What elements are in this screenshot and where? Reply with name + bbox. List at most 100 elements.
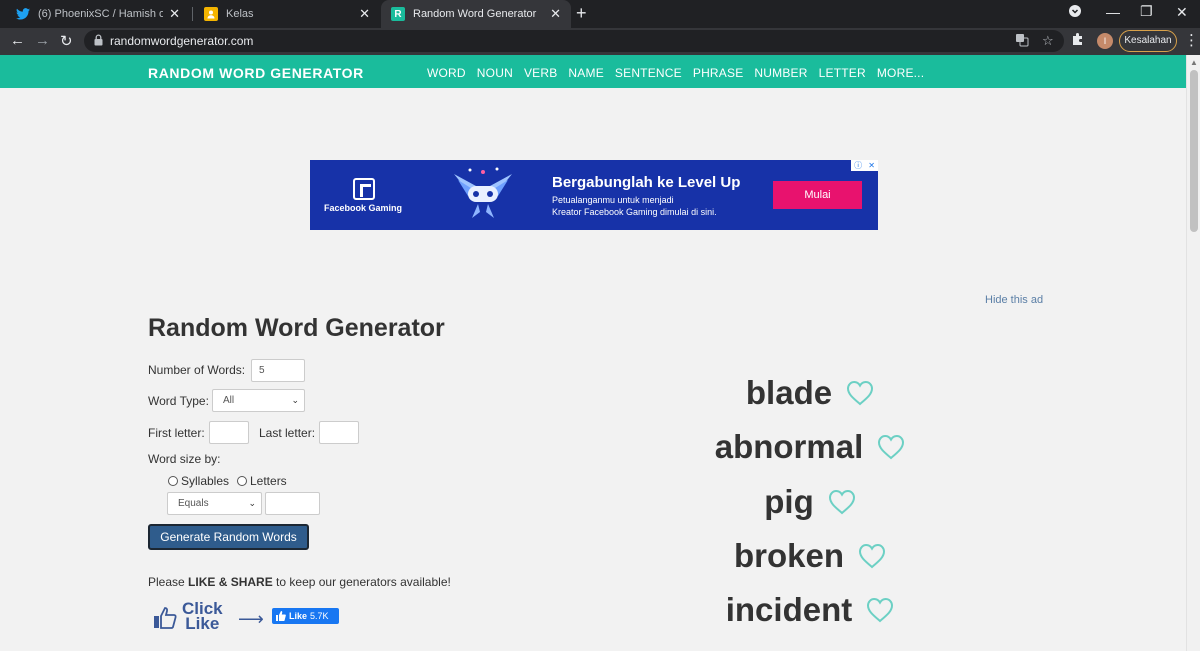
word-type-value: All	[223, 395, 235, 406]
ad-headline: Bergabunglah ke Level Up	[552, 174, 741, 191]
browser-tab-twitter[interactable]: (6) PhoenixSC / Hamish on Twitt ✕	[6, 0, 190, 28]
ad-subtext-line1: Petualanganmu untuk menjadi	[552, 195, 674, 205]
address-bar[interactable]: randomwordgenerator.com ☆	[84, 30, 1064, 52]
word-text: blade	[745, 374, 833, 411]
first-letter-label: First letter:	[148, 426, 205, 440]
chevron-down-icon: ⌄	[248, 498, 256, 508]
word-result-item: blade	[600, 370, 1020, 416]
scrollbar-thumb[interactable]	[1190, 70, 1198, 232]
nav-more[interactable]: MORE...	[877, 66, 924, 80]
syllables-radio[interactable]	[168, 476, 178, 486]
ad-subtext-line2: Kreator Facebook Gaming dimulai di sini.	[552, 207, 717, 217]
error-status-button[interactable]: Kesalahan	[1119, 30, 1177, 52]
nav-verb[interactable]: VERB	[524, 66, 557, 80]
generate-button[interactable]: Generate Random Words	[148, 524, 309, 550]
facebook-like-button[interactable]: Like 5.7K	[272, 608, 339, 624]
thumbs-up-icon	[154, 607, 177, 629]
translate-icon[interactable]	[1015, 33, 1029, 50]
heart-icon[interactable]	[828, 489, 856, 515]
page-title: Random Word Generator	[148, 314, 445, 342]
letters-radio[interactable]	[237, 476, 247, 486]
tab-title: (6) PhoenixSC / Hamish on Twitt	[38, 8, 164, 20]
menu-dots-icon[interactable]: ⋮	[1184, 31, 1199, 49]
size-mode-value: Equals	[178, 498, 209, 509]
word-text: incident	[725, 591, 853, 628]
ad-brand: Facebook Gaming	[324, 203, 403, 213]
close-tab-icon[interactable]: ✕	[550, 6, 561, 22]
last-letter-input[interactable]	[319, 421, 359, 444]
ad-info-icon[interactable]: ⓘ	[854, 160, 862, 171]
word-size-label: Word size by:	[148, 452, 221, 466]
lock-icon	[94, 34, 103, 46]
new-tab-icon[interactable]: +	[576, 3, 587, 24]
nav-phrase[interactable]: PHRASE	[693, 66, 744, 80]
nav-name[interactable]: NAME	[568, 66, 603, 80]
last-letter-label: Last letter:	[259, 426, 316, 440]
word-result-item: pig	[600, 479, 1020, 525]
word-text: broken	[733, 537, 845, 574]
fb-thumb-icon	[276, 611, 286, 621]
nav-noun[interactable]: NOUN	[477, 66, 513, 80]
share-suffix: to keep our generators available!	[272, 575, 451, 589]
extensions-icon[interactable]	[1071, 32, 1085, 50]
ad-cta-button[interactable]: Mulai	[773, 181, 862, 209]
close-window-icon[interactable]: ✕	[1176, 4, 1188, 21]
size-value-input[interactable]	[265, 492, 320, 515]
tab-title: Kelas	[226, 8, 254, 20]
site-nav-links: WORD NOUN VERB NAME SENTENCE PHRASE NUMB…	[427, 66, 924, 80]
arrow-right-icon: ⟶	[238, 609, 264, 629]
browser-tab-bar: (6) PhoenixSC / Hamish on Twitt ✕ Kelas …	[0, 0, 1200, 28]
heart-icon[interactable]	[866, 597, 894, 623]
nav-number[interactable]: NUMBER	[754, 66, 807, 80]
like-word: Like	[185, 614, 220, 633]
first-letter-input[interactable]	[209, 421, 249, 444]
fb-like-count: 5.7K	[310, 611, 329, 621]
adchoices-badge[interactable]: ⓘ ✕	[851, 160, 878, 171]
rwg-icon: R	[391, 7, 405, 21]
ad-close-icon[interactable]: ✕	[868, 161, 875, 170]
chevron-down-icon: ⌄	[291, 395, 299, 405]
profile-avatar[interactable]: I	[1097, 33, 1113, 49]
forward-icon[interactable]: →	[35, 32, 50, 49]
close-tab-icon[interactable]: ✕	[359, 6, 370, 22]
winged-controller-icon	[454, 167, 512, 218]
restore-icon[interactable]: ❐	[1140, 3, 1153, 20]
bookmark-star-icon[interactable]: ☆	[1042, 33, 1054, 49]
word-result-item: broken	[600, 533, 1020, 579]
reload-icon[interactable]: ↻	[60, 32, 73, 50]
letters-label: Letters	[250, 474, 287, 488]
click-like-text: Click Like	[182, 600, 223, 633]
browser-tab-random-word-generator[interactable]: R Random Word Generator ✕	[381, 0, 571, 28]
num-words-input[interactable]: 5	[251, 359, 305, 382]
back-icon[interactable]: ←	[10, 32, 25, 49]
twitter-icon	[16, 7, 30, 21]
page-scrollbar[interactable]: ▲	[1186, 55, 1200, 651]
url-text: randomwordgenerator.com	[110, 34, 254, 48]
scroll-up-icon[interactable]: ▲	[1190, 58, 1198, 67]
nav-letter[interactable]: LETTER	[819, 66, 866, 80]
heart-icon[interactable]	[877, 434, 905, 460]
heart-icon[interactable]	[846, 380, 874, 406]
share-message: Please LIKE & SHARE to keep our generato…	[148, 575, 451, 589]
share-prefix: Please	[148, 575, 189, 589]
classroom-icon	[204, 7, 218, 21]
word-type-label: Word Type:	[148, 394, 209, 408]
site-brand[interactable]: RANDOM WORD GENERATOR	[148, 65, 364, 81]
nav-sentence[interactable]: SENTENCE	[615, 66, 682, 80]
word-text: pig	[764, 483, 814, 520]
word-type-select[interactable]: All ⌄	[212, 389, 305, 412]
size-mode-select[interactable]: Equals ⌄	[167, 492, 262, 515]
heart-icon[interactable]	[858, 543, 886, 569]
ad-banner[interactable]: Facebook Gaming Bergabunglah ke Level Up…	[310, 160, 878, 230]
nav-word[interactable]: WORD	[427, 66, 466, 80]
site-navbar: RANDOM WORD GENERATOR WORD NOUN VERB NAM…	[0, 55, 1186, 88]
facebook-gaming-logo-icon	[353, 178, 375, 200]
num-words-label: Number of Words:	[148, 363, 246, 377]
tab-search-icon[interactable]	[1068, 4, 1082, 21]
word-result-item: abnormal	[600, 424, 1020, 470]
minimize-icon[interactable]: —	[1106, 4, 1120, 20]
word-result-item: incident	[600, 587, 1020, 633]
close-tab-icon[interactable]: ✕	[169, 6, 180, 22]
browser-tab-kelas[interactable]: Kelas ✕	[194, 0, 380, 28]
hide-ad-link[interactable]: Hide this ad	[985, 294, 1043, 306]
